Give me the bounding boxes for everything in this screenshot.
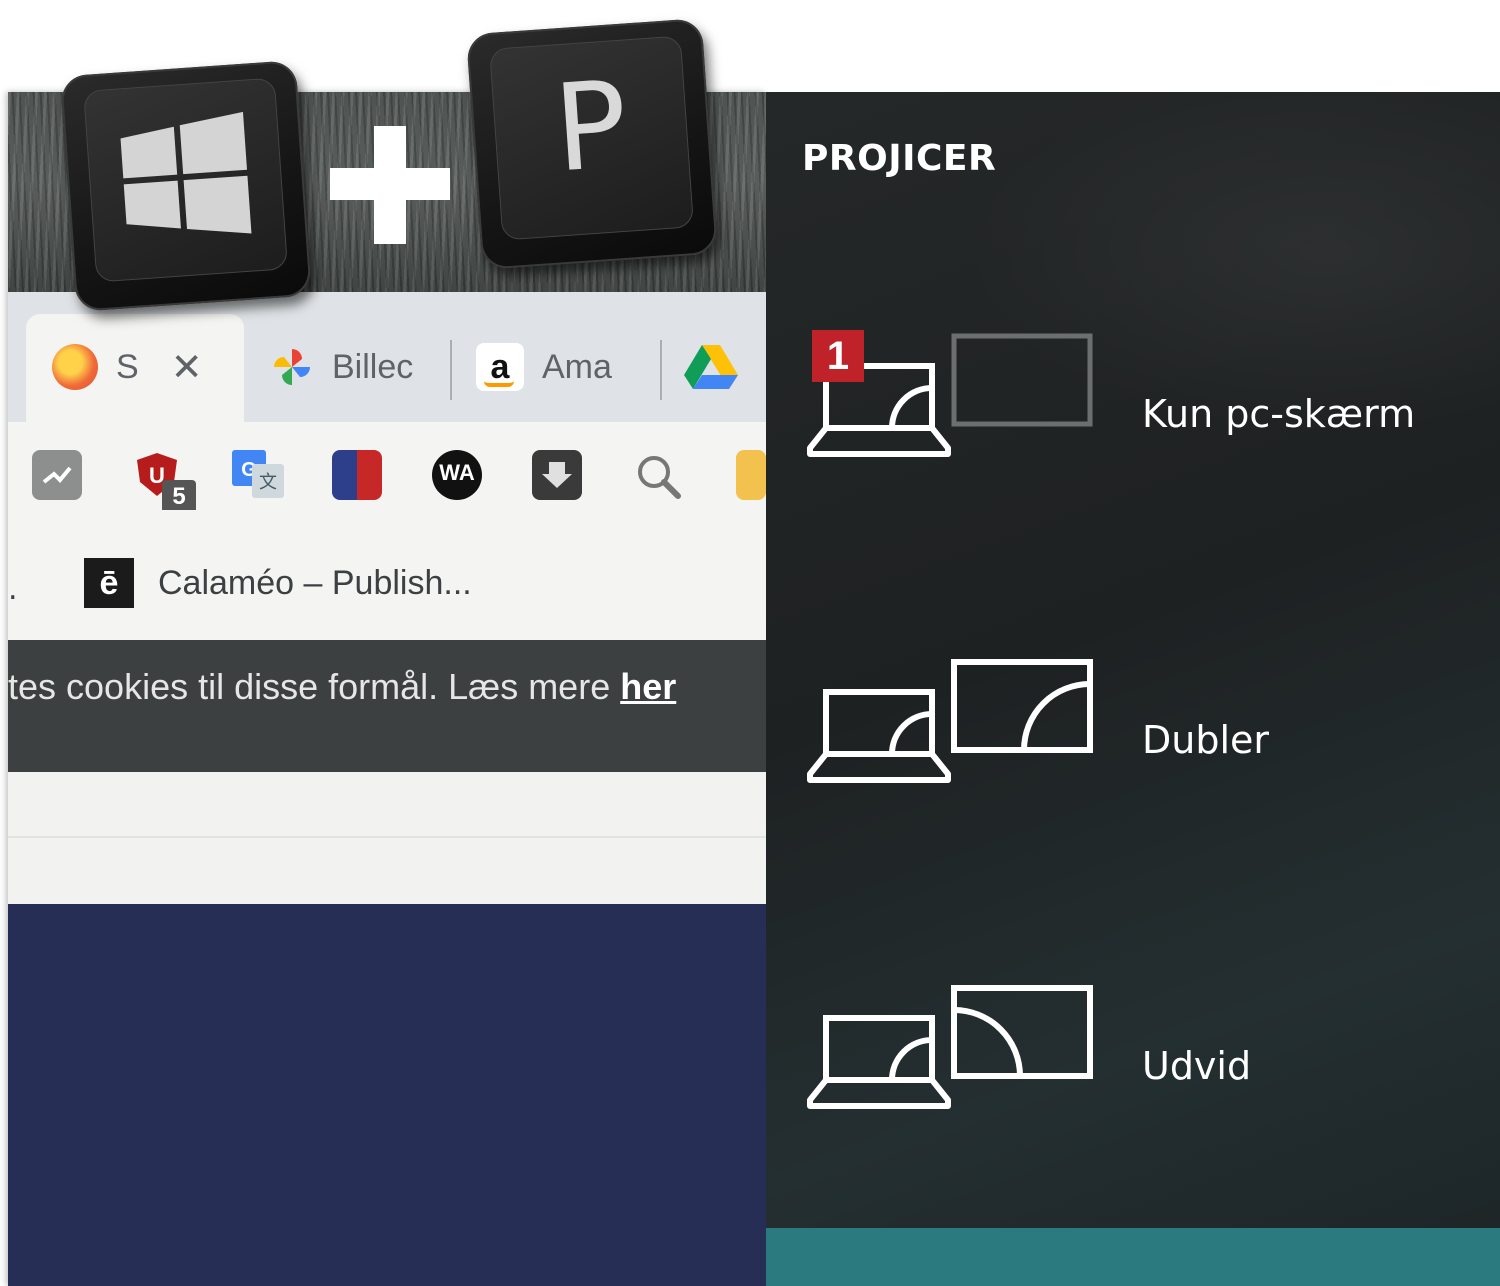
svg-text:文: 文 <box>259 472 277 493</box>
partial-extension-icon[interactable] <box>736 450 766 500</box>
tab-strip: S ✕ Billec a Ama <box>8 292 766 422</box>
plus-sign-icon <box>330 126 450 244</box>
ublock-extension-icon[interactable]: U 5 <box>132 450 196 514</box>
option-extend[interactable]: Udvid <box>806 984 1466 1124</box>
option-pc-screen-only[interactable]: 1 Kun pc-skærm <box>806 330 1466 472</box>
windows-key <box>60 60 312 312</box>
tab-amazon[interactable]: a Ama <box>476 340 646 394</box>
page-content-light <box>8 772 766 904</box>
search-extension-icon[interactable] <box>632 450 682 500</box>
red-blue-extension-icon[interactable] <box>332 450 382 500</box>
p-key-letter: P <box>549 55 632 200</box>
bookmarks-bar: . ē Calaméo – Publish... <box>8 510 766 640</box>
option-label: Dubler <box>1142 718 1270 762</box>
google-drive-icon <box>684 345 738 389</box>
amazon-smile <box>484 381 514 387</box>
tab-drive[interactable] <box>684 340 738 394</box>
windows-logo-icon <box>120 111 252 234</box>
cookie-text: tes cookies til disse formål. Læs mere <box>8 666 621 707</box>
tab-photos[interactable]: Billec <box>270 340 450 394</box>
wa-extension-icon[interactable]: WA <box>432 450 482 500</box>
project-panel: PROJICER 1 Kun pc-skærm Dubler Udvid <box>766 92 1500 1286</box>
amazon-icon: a <box>476 343 524 391</box>
calameo-icon: ē <box>84 558 134 608</box>
wa-extension-label: WA <box>439 460 475 485</box>
option-label: Udvid <box>1142 1044 1252 1088</box>
analytics-extension-icon[interactable] <box>32 450 82 500</box>
close-tab-icon[interactable]: ✕ <box>171 345 203 390</box>
panel-title: PROJICER <box>802 138 997 179</box>
ublock-badge: 5 <box>162 480 196 514</box>
number-badge: 1 <box>812 330 864 382</box>
cookie-banner-text: tes cookies til disse formål. Læs mere h… <box>8 666 676 708</box>
option-label: Kun pc-skærm <box>1142 392 1416 436</box>
tab-label: Billec <box>332 347 414 386</box>
tab-active[interactable]: S ✕ <box>52 340 203 394</box>
panel-footer-accent <box>766 1228 1500 1286</box>
bookmark-overflow-dot: . <box>8 572 18 607</box>
translate-extension-icon[interactable]: G文 <box>232 450 284 500</box>
cookie-banner: tes cookies til disse formål. Læs mere h… <box>8 640 766 772</box>
tab-label: S <box>116 347 139 386</box>
option-duplicate[interactable]: Dubler <box>806 658 1466 798</box>
download-extension-icon[interactable] <box>532 450 582 500</box>
tab-separator <box>660 340 662 400</box>
extend-display-icon <box>807 985 1093 1109</box>
tab-label: Ama <box>542 347 612 386</box>
google-photos-icon <box>274 349 310 385</box>
tab-separator <box>450 340 452 400</box>
cookie-read-more-link[interactable]: her <box>620 666 676 707</box>
bookmark-label: Calaméo – Publish... <box>158 563 472 602</box>
page-content-dark <box>8 904 766 1286</box>
orange-site-favicon-icon <box>52 344 98 390</box>
extensions-toolbar: U 5 G文 WA <box>8 422 766 514</box>
page-divider <box>8 836 766 838</box>
duplicate-display-icon <box>807 659 1093 783</box>
p-key: P <box>466 18 718 270</box>
bookmark-calameo[interactable]: ē Calaméo – Publish... <box>84 558 472 608</box>
